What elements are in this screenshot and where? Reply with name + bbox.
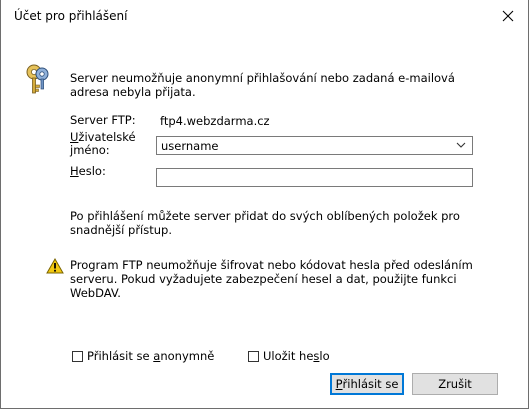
username-value: username — [161, 139, 219, 153]
cancel-button[interactable]: Zrušit — [412, 373, 498, 395]
username-label: Uživatelské jméno: — [70, 131, 136, 157]
title-bar: Účet pro přihlášení — [1, 0, 528, 31]
server-label: Server FTP: — [70, 113, 136, 127]
info-message: Server neumožňuje anonymní přihlašování … — [70, 71, 455, 99]
login-button[interactable]: Přihlásit se — [330, 373, 404, 395]
username-combobox[interactable]: username — [156, 136, 473, 155]
anonymous-login-checkbox[interactable] — [72, 350, 83, 362]
anonymous-label-part2: nonymně — [160, 349, 215, 363]
save-password-option[interactable]: Uložit heslo — [248, 349, 330, 363]
login-button-mnemonic: P — [335, 377, 343, 391]
save-label-part1: Uložit he — [263, 349, 314, 363]
anonymous-login-label[interactable]: Přihlásit se anonymně — [87, 349, 214, 363]
password-label: Heslo: — [70, 165, 106, 178]
save-label-part2: lo — [319, 349, 330, 363]
login-button-label: řihlásit se — [342, 377, 399, 391]
anonymous-label-part1: Přihlásit se — [87, 349, 154, 363]
warning-icon — [46, 258, 64, 274]
warning-message: Program FTP neumožňuje šifrovat nebo kód… — [70, 258, 473, 300]
password-label-mnemonic: H — [70, 164, 79, 178]
dialog-title: Účet pro přihlášení — [14, 9, 128, 23]
save-password-label[interactable]: Uložit heslo — [263, 349, 330, 363]
anonymous-login-option[interactable]: Přihlásit se anonymně — [72, 349, 214, 363]
server-value: ftp4.webzdarma.cz — [160, 114, 270, 128]
close-button[interactable] — [488, 0, 528, 31]
login-dialog: Účet pro přihlášení Server neumožňuje an… — [0, 0, 529, 409]
chevron-down-icon[interactable] — [456, 141, 466, 149]
hint-message: Po přihlášení můžete server přidat do sv… — [70, 209, 460, 237]
cancel-button-label: Zrušit — [438, 377, 472, 391]
password-label-rest: eslo: — [78, 164, 106, 178]
close-icon — [502, 10, 514, 21]
username-label-part2: jméno: — [70, 143, 110, 157]
password-field[interactable] — [156, 168, 473, 187]
keys-icon — [26, 64, 49, 94]
username-label-part1: živatelské — [78, 130, 136, 144]
save-password-checkbox[interactable] — [248, 350, 259, 362]
